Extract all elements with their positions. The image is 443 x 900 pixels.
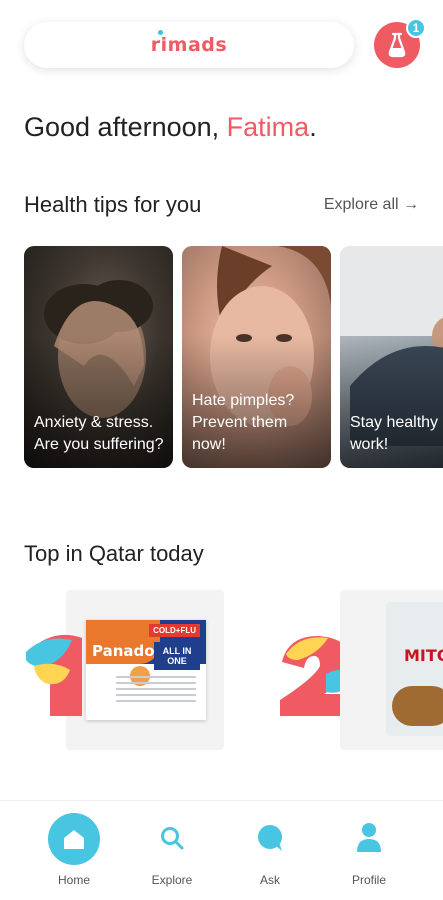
- greeting-user-name: Fatima: [226, 112, 310, 142]
- active-tab-indicator: [48, 813, 100, 865]
- tab-profile[interactable]: Profile: [329, 801, 409, 900]
- tab-label: Home: [57, 873, 90, 887]
- top-today-title: Top in Qatar today: [24, 541, 204, 566]
- greeting-prefix: Good afternoon,: [24, 112, 227, 142]
- health-tips-title: Health tips for you: [24, 192, 202, 217]
- app-logo: rimads: [150, 30, 228, 56]
- person-icon: [357, 823, 381, 852]
- product-brand: Panadol: [92, 642, 160, 660]
- health-tip-card[interactable]: Anxiety & stress. Are you suffering?: [24, 246, 173, 468]
- logo-bar: rimads: [24, 22, 354, 68]
- notification-count-badge: 1: [406, 18, 426, 38]
- panadol-package: Panadol COLD+FLU ALL IN ONE: [86, 620, 206, 720]
- pill-bottle-icon: [388, 32, 406, 58]
- top-products-carousel[interactable]: Panadol COLD+FLU ALL IN ONE MITO: [0, 588, 443, 750]
- rank-number-1: [26, 634, 82, 716]
- health-tip-text: Hate pimples? Prevent them now!: [192, 392, 295, 453]
- home-icon: [64, 830, 84, 849]
- logo-dot: [157, 30, 163, 35]
- tab-explore[interactable]: Explore: [132, 801, 212, 900]
- tab-home[interactable]: Home: [34, 801, 114, 900]
- health-tips-carousel[interactable]: Anxiety & stress. Are you suffering? Hat…: [24, 246, 443, 468]
- product-variant: ALL IN ONE: [154, 642, 200, 670]
- explore-all-link[interactable]: Explore all →: [324, 196, 419, 214]
- tab-label: Explore: [151, 873, 193, 887]
- pack-text-lines: [116, 676, 196, 706]
- greeting-heading: Good afternoon, Fatima.: [24, 112, 317, 143]
- notifications-button[interactable]: 1: [374, 18, 426, 68]
- greeting-suffix: .: [309, 112, 317, 142]
- health-tip-text: Anxiety & stress. Are you suffering?: [34, 414, 164, 453]
- tab-label: Ask: [259, 873, 280, 887]
- tab-ask[interactable]: Ask: [230, 801, 310, 900]
- search-icon: [161, 827, 184, 850]
- chat-bubble-icon: [258, 825, 282, 851]
- pack-food-illustration: [392, 686, 443, 726]
- mito-package: MITO: [386, 602, 443, 736]
- health-tip-text: Stay healthy at work!: [350, 414, 443, 453]
- logo-text: rimads: [150, 34, 228, 56]
- health-tip-card[interactable]: Stay healthy at work!: [340, 246, 443, 468]
- product-brand: MITO: [404, 646, 443, 665]
- product-tag: COLD+FLU: [149, 624, 200, 637]
- health-tip-card[interactable]: Hate pimples? Prevent them now!: [182, 246, 331, 468]
- tab-label: Profile: [351, 873, 386, 887]
- bottom-tab-bar: Home Explore Ask Profile: [0, 800, 443, 900]
